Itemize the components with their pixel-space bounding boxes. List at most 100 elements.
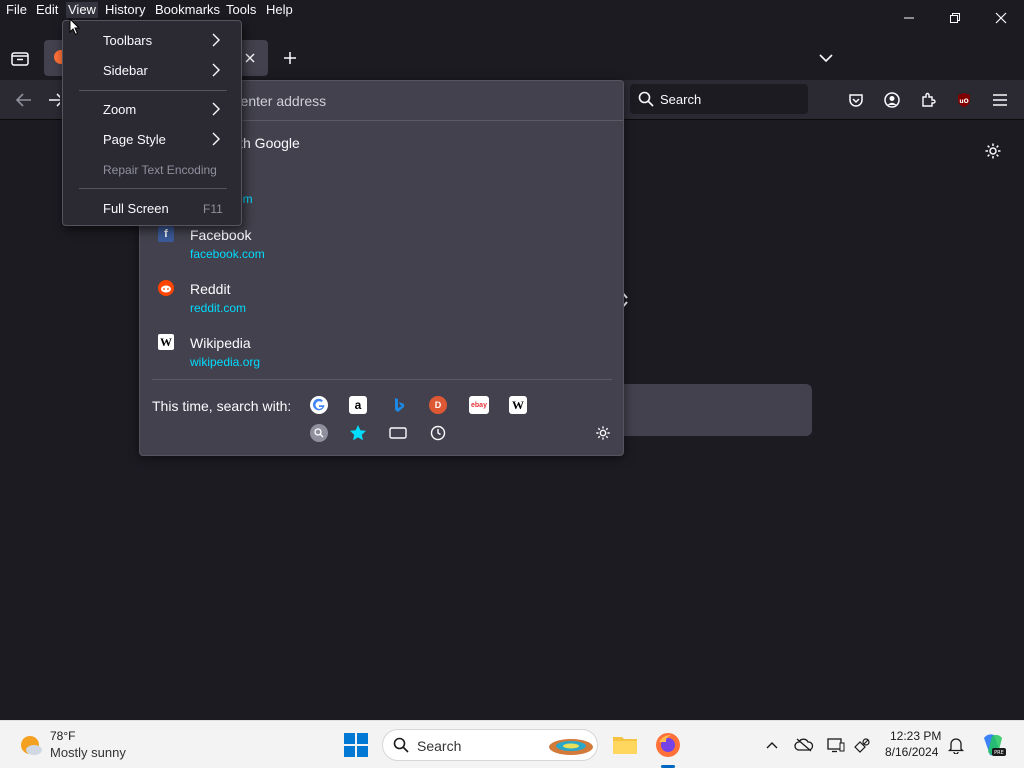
menu-bar: File Edit View History Bookmarks Tools H… xyxy=(0,0,1024,20)
menu-history[interactable]: History xyxy=(103,2,147,18)
svg-text:uO: uO xyxy=(959,98,968,105)
list-all-tabs-button[interactable] xyxy=(814,46,838,70)
copilot-icon: PRE xyxy=(984,734,1006,756)
weather-widget[interactable] xyxy=(18,733,44,762)
result-url: facebook.com xyxy=(190,247,265,261)
tab-overview-button[interactable] xyxy=(8,46,32,70)
facebook-icon: f xyxy=(158,226,174,242)
gear-icon xyxy=(985,143,1001,159)
network-disconnected-icon xyxy=(854,738,870,753)
minimize-button[interactable] xyxy=(886,0,932,36)
new-tab-button[interactable] xyxy=(278,46,302,70)
chevron-right-icon xyxy=(212,33,220,47)
ebay-icon[interactable]: ebay xyxy=(469,396,489,414)
ublock-button[interactable]: uO xyxy=(952,88,976,112)
page-settings-button[interactable] xyxy=(981,139,1005,163)
menu-item-page-style[interactable]: Page Style xyxy=(103,132,166,147)
onedrive-tray[interactable] xyxy=(794,735,814,755)
duckduckgo-icon[interactable]: D xyxy=(429,396,447,414)
chevron-up-icon xyxy=(766,742,778,749)
url-placeholder: r enter address xyxy=(232,93,327,109)
result-reddit[interactable]: Reddit reddit.com xyxy=(152,277,612,327)
pocket-button[interactable] xyxy=(844,88,868,112)
copilot-button[interactable]: PRE xyxy=(980,732,1006,763)
full-screen-shortcut: F11 xyxy=(203,202,223,216)
close-window-button[interactable] xyxy=(978,0,1024,36)
clock-icon xyxy=(430,425,446,441)
menu-item-sidebar[interactable]: Sidebar xyxy=(103,63,148,78)
gear-icon xyxy=(596,426,610,440)
result-wikipedia[interactable]: W Wikipedia wikipedia.org xyxy=(152,331,612,381)
search-settings-button[interactable] xyxy=(594,424,612,442)
toolbar-search-box[interactable]: Search xyxy=(630,84,808,114)
sunny-weather-icon xyxy=(21,736,42,755)
bookmarks-star-icon[interactable] xyxy=(349,424,367,442)
back-button[interactable] xyxy=(12,88,36,112)
svg-text:PRE: PRE xyxy=(994,750,1004,756)
bing-icon[interactable] xyxy=(390,396,408,414)
display-tray[interactable] xyxy=(826,735,846,755)
file-explorer-button[interactable] xyxy=(612,733,638,760)
chevron-right-icon xyxy=(212,132,220,146)
taskbar-search-placeholder: Search xyxy=(417,738,462,754)
account-icon xyxy=(884,92,900,108)
wikipedia-icon: W xyxy=(158,334,174,350)
firefox-icon xyxy=(656,733,680,757)
menu-edit[interactable]: Edit xyxy=(34,2,60,18)
folder-icon xyxy=(613,737,637,754)
history-clock-icon[interactable] xyxy=(429,424,447,442)
google-icon[interactable] xyxy=(310,396,328,414)
page-search-box[interactable] xyxy=(600,384,812,436)
search-icon xyxy=(638,91,654,107)
restore-button[interactable] xyxy=(932,0,978,36)
menu-tools[interactable]: Tools xyxy=(224,2,258,18)
magnifier-icon xyxy=(314,428,324,438)
reddit-alien-icon xyxy=(161,285,171,293)
chevron-right-icon xyxy=(212,63,220,77)
bing-b-icon xyxy=(395,398,404,412)
search-history-icon[interactable] xyxy=(310,424,328,442)
menu-help[interactable]: Help xyxy=(264,2,295,18)
wikipedia-icon[interactable]: W xyxy=(509,396,527,414)
account-button[interactable] xyxy=(880,88,904,112)
tab-close-button[interactable] xyxy=(244,51,256,69)
extensions-button[interactable] xyxy=(916,88,940,112)
result-facebook[interactable]: f Facebook facebook.com xyxy=(152,223,612,273)
oneoff-label: This time, search with: xyxy=(152,398,292,414)
menu-item-toolbars[interactable]: Toolbars xyxy=(103,33,152,48)
chevron-down-icon xyxy=(819,54,833,63)
taskbar-search[interactable]: Search xyxy=(382,729,598,761)
menu-separator xyxy=(79,90,227,91)
notifications-button[interactable] xyxy=(946,735,966,755)
menu-item-zoom[interactable]: Zoom xyxy=(103,102,136,117)
menu-view[interactable]: View xyxy=(66,2,98,18)
start-button[interactable] xyxy=(344,733,368,762)
menu-file[interactable]: File xyxy=(4,2,29,18)
firefox-view-icon xyxy=(11,52,29,66)
menu-item-repair-text-encoding: Repair Text Encoding xyxy=(103,163,217,177)
weather-desc: Mostly sunny xyxy=(50,745,126,760)
app-menu-button[interactable] xyxy=(988,88,1012,112)
amazon-icon[interactable]: a xyxy=(349,396,367,414)
back-arrow-icon xyxy=(16,93,31,107)
puzzle-icon xyxy=(922,92,936,107)
close-icon xyxy=(995,12,1007,24)
menu-item-full-screen[interactable]: Full Screen xyxy=(103,201,169,216)
cloud-offline-icon xyxy=(794,738,814,752)
google-g-icon xyxy=(312,398,325,411)
mouse-cursor-icon xyxy=(69,18,81,36)
monitor-icon xyxy=(827,738,845,753)
show-hidden-icons-button[interactable] xyxy=(762,735,782,755)
clock-date[interactable]: 8/16/2024 xyxy=(885,745,938,759)
tabs-icon[interactable] xyxy=(389,424,407,442)
menu-bookmarks[interactable]: Bookmarks xyxy=(153,2,222,18)
firefox-taskbar-button[interactable] xyxy=(655,732,681,763)
network-tray[interactable] xyxy=(852,735,872,755)
clock-time[interactable]: 12:23 PM xyxy=(890,729,941,743)
result-url: wikipedia.org xyxy=(190,355,261,369)
restore-icon xyxy=(950,13,960,23)
results-divider xyxy=(152,379,612,380)
forward-button[interactable] xyxy=(48,88,60,112)
menu-separator xyxy=(79,188,227,189)
chevron-right-icon xyxy=(212,102,220,116)
